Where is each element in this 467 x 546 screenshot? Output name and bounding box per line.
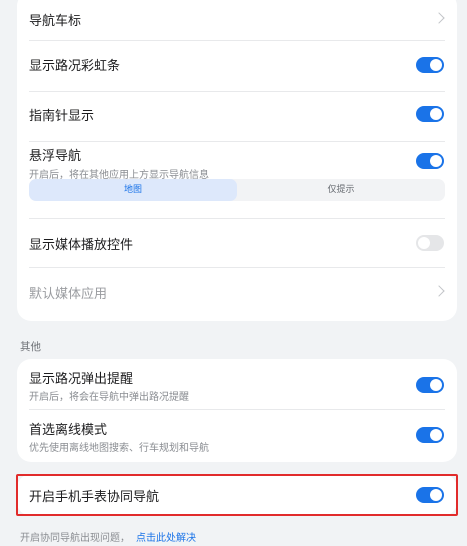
media-controls-label: 显示媒体播放控件: [29, 238, 134, 253]
toggle-knob: [430, 155, 442, 167]
offline-mode-description: 优先使用离线地图搜索、行车规划和导航: [29, 443, 209, 454]
toggle-knob: [430, 108, 442, 120]
floating-nav-mode-selector: 地图 仅提示: [29, 179, 445, 201]
offline-mode-toggle[interactable]: [416, 427, 444, 443]
toggle-knob: [430, 379, 442, 391]
traffic-popup-row: 显示路况弹出提醒 开启后，将会在导航中弹出路况提醒: [17, 359, 457, 409]
footer-text: 开启协同导航出现问题，: [20, 533, 130, 544]
compass-toggle[interactable]: [416, 106, 444, 122]
toggle-knob: [430, 429, 442, 441]
nav-car-icon-label: 导航车标: [29, 14, 82, 29]
traffic-rainbow-toggle[interactable]: [416, 57, 444, 73]
compass-row: 指南针显示: [17, 92, 457, 141]
media-controls-toggle[interactable]: [416, 235, 444, 251]
traffic-popup-label: 显示路况弹出提醒: [29, 372, 134, 387]
nav-car-icon-row[interactable]: 导航车标: [17, 0, 457, 40]
traffic-popup-description: 开启后，将会在导航中弹出路况提醒: [29, 392, 189, 403]
section-header-other: 其他: [20, 341, 41, 353]
footer-help-text: 开启协同导航出现问题， 点击此处解决: [20, 529, 196, 544]
footer-help-link[interactable]: 点击此处解决: [136, 533, 196, 544]
other-settings-card: 显示路况弹出提醒 开启后，将会在导航中弹出路况提醒 首选离线模式 优先使用离线地…: [17, 359, 457, 462]
traffic-rainbow-row: 显示路况彩虹条: [17, 41, 457, 91]
compass-label: 指南针显示: [29, 109, 95, 124]
default-media-app-label: 默认媒体应用: [29, 287, 108, 302]
toggle-knob: [418, 237, 430, 249]
traffic-rainbow-label: 显示路况彩虹条: [29, 59, 121, 74]
chevron-right-icon: [433, 285, 445, 297]
highlight-box: [16, 474, 458, 516]
chevron-right-icon: [433, 12, 445, 24]
mode-option-map[interactable]: 地图: [29, 179, 237, 201]
offline-mode-row: 首选离线模式 优先使用离线地图搜索、行车规划和导航: [17, 410, 457, 462]
default-media-app-row[interactable]: 默认媒体应用: [17, 268, 457, 318]
toggle-knob: [430, 59, 442, 71]
offline-mode-label: 首选离线模式: [29, 423, 108, 438]
floating-nav-label: 悬浮导航: [29, 149, 82, 164]
mode-option-prompt-only[interactable]: 仅提示: [237, 179, 445, 201]
media-controls-row: 显示媒体播放控件: [17, 219, 457, 267]
floating-nav-toggle[interactable]: [416, 153, 444, 169]
navigation-settings-card: 导航车标 显示路况彩虹条 指南针显示 悬浮导航 开启后，将在其他应用上方显示导航…: [17, 0, 457, 321]
traffic-popup-toggle[interactable]: [416, 377, 444, 393]
